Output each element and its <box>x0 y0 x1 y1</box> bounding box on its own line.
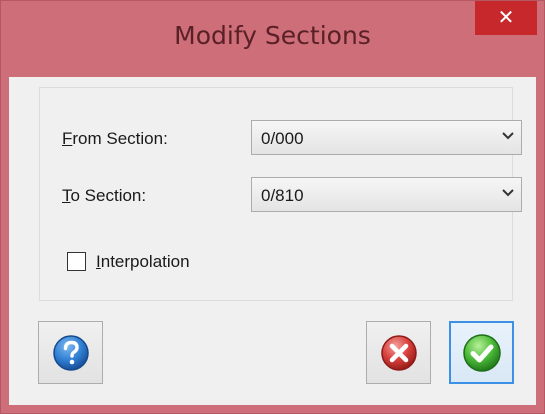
cancel-icon <box>380 334 417 371</box>
interpolation-label-text: nterpolation <box>100 252 190 271</box>
close-button[interactable]: ✕ <box>475 1 537 35</box>
ok-button[interactable] <box>449 321 514 384</box>
from-section-label-text: rom Section: <box>72 129 168 148</box>
to-section-accesskey: T <box>62 186 71 205</box>
from-section-label: From Section: <box>62 129 168 149</box>
to-section-value: 0/810 <box>261 186 304 205</box>
from-section-value: 0/000 <box>261 129 304 148</box>
help-icon <box>52 334 89 371</box>
from-section-accesskey: F <box>62 129 73 148</box>
title-bar[interactable]: Modify Sections ✕ <box>1 1 544 77</box>
help-button[interactable] <box>38 321 103 384</box>
modify-sections-dialog: Modify Sections ✕ From Section: 0/000 To… <box>0 0 545 414</box>
ok-checkmark-icon <box>462 333 501 372</box>
sections-group-box: From Section: 0/000 To Section: 0/810 In… <box>39 87 522 301</box>
interpolation-checkbox[interactable] <box>67 252 86 271</box>
interpolation-label[interactable]: Interpolation <box>96 252 190 272</box>
to-section-dropdown[interactable]: 0/810 <box>251 177 522 212</box>
dialog-client-area: From Section: 0/000 To Section: 0/810 In… <box>9 77 536 405</box>
from-section-dropdown[interactable]: 0/000 <box>251 120 522 155</box>
cancel-button[interactable] <box>366 321 431 384</box>
dialog-title: Modify Sections <box>174 21 371 50</box>
to-section-label-text: o Section: <box>70 186 147 205</box>
to-section-label: To Section: <box>62 186 146 206</box>
